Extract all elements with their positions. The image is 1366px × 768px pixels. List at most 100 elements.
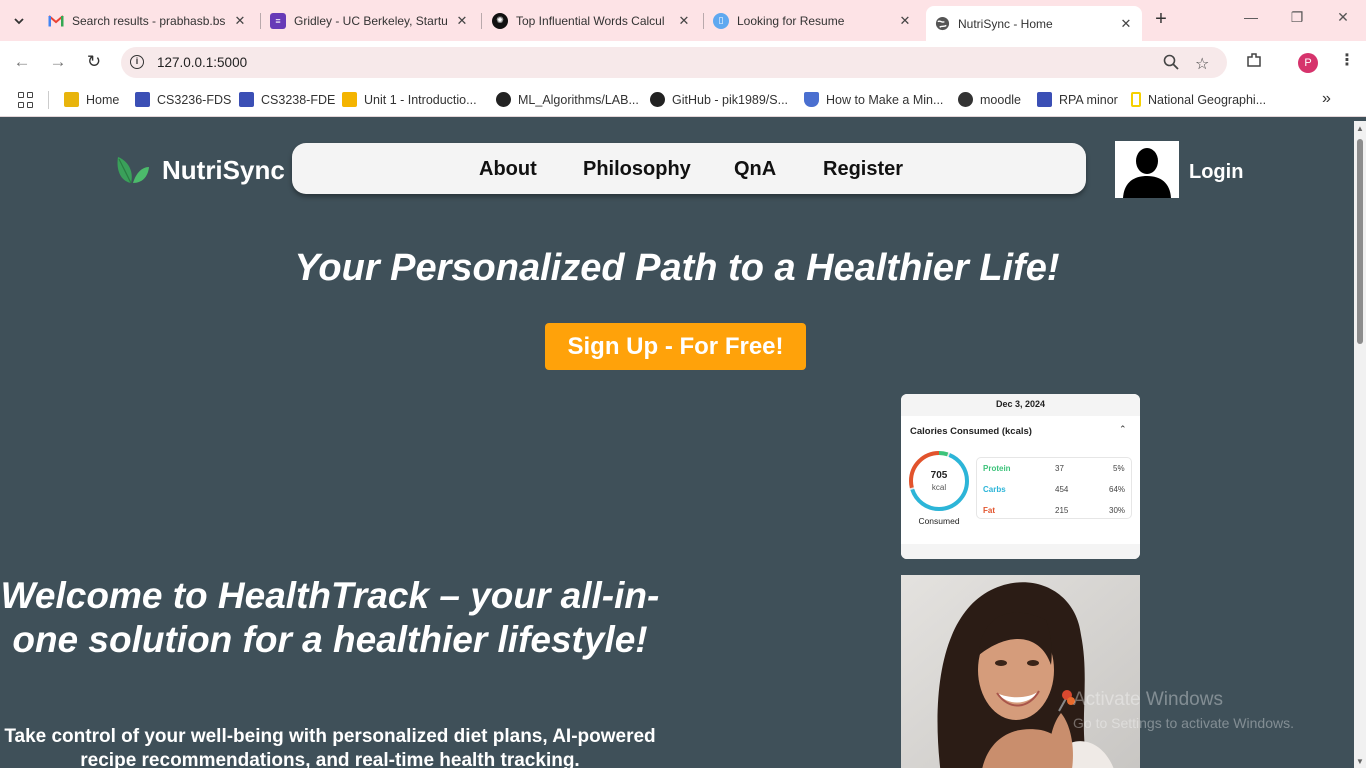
bookmark-cs3236[interactable]: CS3236-FDS (135, 92, 231, 107)
natgeo-icon (1131, 92, 1141, 107)
tab-gridley[interactable]: ≡ Gridley - UC Berkeley, Startu ✕ (262, 6, 478, 35)
tab-search-icon[interactable] (6, 8, 32, 34)
bookmark-label: National Geographi... (1148, 92, 1267, 107)
minimize-icon[interactable]: — (1239, 9, 1263, 25)
reload-icon[interactable]: ↻ (83, 51, 105, 73)
forward-icon[interactable]: → (47, 51, 69, 73)
bookmark-natgeo[interactable]: National Geographi... (1131, 92, 1266, 107)
macros-table: Protein 37 5% Carbs 454 64% Fat 215 30% (976, 457, 1132, 519)
tab-gmail[interactable]: Search results - prabhasb.bs ✕ (40, 6, 256, 35)
tab-title: Gridley - UC Berkeley, Startu (294, 13, 448, 28)
page-scrollbar[interactable]: ▲ ▼ (1354, 121, 1366, 768)
activate-windows-title: Activate Windows (1073, 689, 1223, 710)
github-icon (496, 92, 511, 107)
bookmark-icon (1037, 92, 1052, 107)
restore-icon[interactable]: ❐ (1285, 9, 1309, 26)
gmail-icon (48, 13, 64, 29)
bookmark-label: How to Make a Min... (826, 92, 944, 107)
tab-title: NutriSync - Home (958, 16, 1053, 31)
bookmark-label: CS3236-FDS (157, 92, 232, 107)
close-window-icon[interactable]: ✕ (1331, 9, 1355, 26)
macro-name: Protein (983, 464, 1011, 473)
nutrisync-page: NutriSync About Philosophy QnA Register … (0, 121, 1354, 768)
bookmark-github-pik1989[interactable]: GitHub - pik1989/S... (650, 92, 788, 107)
leaf-icon (117, 157, 149, 184)
close-tab-icon[interactable]: ✕ (676, 13, 692, 29)
hero-title: Your Personalized Path to a Healthier Li… (294, 247, 1060, 289)
woman-eating-photo (901, 575, 1140, 768)
bookmark-icon (135, 92, 150, 107)
zoom-icon[interactable] (1163, 54, 1179, 75)
macro-percent: 30% (1109, 506, 1126, 515)
login-link[interactable]: Login (1189, 161, 1243, 184)
tab-title: Looking for Resume (737, 13, 845, 28)
macro-percent: 5% (1113, 464, 1125, 473)
brand-name: NutriSync (162, 154, 285, 185)
macro-row-carbs: Carbs 454 64% (983, 485, 1127, 499)
forms-icon: ≡ (270, 12, 286, 29)
profile-avatar[interactable]: P (1298, 53, 1318, 73)
nav-qna[interactable]: QnA (734, 158, 776, 181)
site-info-icon[interactable]: i (130, 55, 144, 69)
bookmark-star-icon[interactable]: ☆ (1195, 54, 1209, 74)
activate-windows-subtitle: Go to Settings to activate Windows. (1073, 715, 1294, 731)
menu-kebab-icon[interactable]: ⋮ (1339, 50, 1355, 70)
github-icon (650, 92, 665, 107)
extensions-icon[interactable] (1245, 51, 1263, 74)
macro-name: Fat (983, 506, 995, 515)
bookmark-unit1[interactable]: Unit 1 - Introductio... (342, 92, 477, 107)
close-tab-icon[interactable]: ✕ (1118, 16, 1134, 32)
tab-title: Search results - prabhasb.bs (72, 13, 226, 28)
calories-card: Dec 3, 2024 Calories Consumed (kcals) ⌃ … (901, 394, 1140, 559)
back-icon[interactable]: ← (11, 51, 33, 73)
nav-register[interactable]: Register (823, 158, 903, 181)
tab-resume[interactable]: ▯ Looking for Resume ✕ (705, 6, 921, 35)
apps-grid-icon[interactable] (18, 92, 34, 108)
bookmark-icon (239, 92, 254, 107)
bookmark-moodle[interactable]: moodle (958, 92, 1021, 107)
browser-toolbar: ← → ↻ i 127.0.0.1:5000 ☆ (0, 41, 1366, 83)
consumed-label: Consumed (918, 516, 960, 526)
bookmark-icon (342, 92, 357, 107)
tab-nutrisync[interactable]: NutriSync - Home ✕ (926, 6, 1142, 41)
close-tab-icon[interactable]: ✕ (897, 13, 913, 29)
nav-philosophy[interactable]: Philosophy (583, 158, 691, 181)
brand-logo[interactable]: NutriSync (114, 153, 285, 187)
bookmark-home[interactable]: Home (64, 92, 119, 107)
bookmark-ml-algorithms[interactable]: ML_Algorithms/LAB... (496, 92, 639, 107)
bookmark-label: moodle (980, 92, 1021, 107)
close-tab-icon[interactable]: ✕ (232, 13, 248, 29)
close-tab-icon[interactable]: ✕ (454, 13, 470, 29)
kcal-unit: kcal (931, 483, 947, 492)
bookmark-rpa-minor[interactable]: RPA minor (1037, 92, 1118, 107)
signup-button[interactable]: Sign Up - For Free! (545, 323, 806, 370)
chevron-up-icon[interactable]: ⌃ (1119, 424, 1127, 435)
globe-icon (934, 16, 950, 32)
tab-influential-words[interactable]: ✺ Top Influential Words Calcul ✕ (484, 6, 700, 35)
macro-percent: 64% (1109, 485, 1126, 494)
bookmark-label: CS3238-FDE (261, 92, 336, 107)
scroll-up-icon[interactable]: ▲ (1356, 124, 1364, 133)
more-bookmarks-icon[interactable]: » (1322, 90, 1331, 108)
macro-row-fat: Fat 215 30% (983, 506, 1127, 520)
scroll-thumb[interactable] (1357, 139, 1363, 344)
bookmark-label: ML_Algorithms/LAB... (518, 92, 639, 107)
macro-grams: 454 (1055, 485, 1069, 494)
bookmark-how-to-make[interactable]: How to Make a Min... (804, 92, 943, 107)
kcal-value: 705 (930, 470, 948, 481)
new-tab-icon[interactable]: + (1150, 8, 1172, 32)
bookmark-cs3238[interactable]: CS3238-FDE (239, 92, 335, 107)
calorie-ring (909, 451, 969, 511)
welcome-heading: Welcome to HealthTrack – your all-in-one… (0, 575, 660, 660)
shield-icon (804, 92, 819, 107)
nav-about[interactable]: About (479, 158, 537, 181)
macro-name: Carbs (983, 485, 1006, 494)
macro-row-protein: Protein 37 5% (983, 464, 1127, 478)
chatgpt-icon: ✺ (492, 12, 508, 29)
address-bar[interactable]: i 127.0.0.1:5000 ☆ (121, 47, 1227, 78)
bookmark-label: Home (86, 92, 120, 107)
user-avatar[interactable] (1115, 141, 1179, 198)
macro-grams: 37 (1055, 464, 1064, 473)
doc-icon: ▯ (713, 12, 729, 29)
scroll-down-icon[interactable]: ▼ (1356, 757, 1364, 766)
